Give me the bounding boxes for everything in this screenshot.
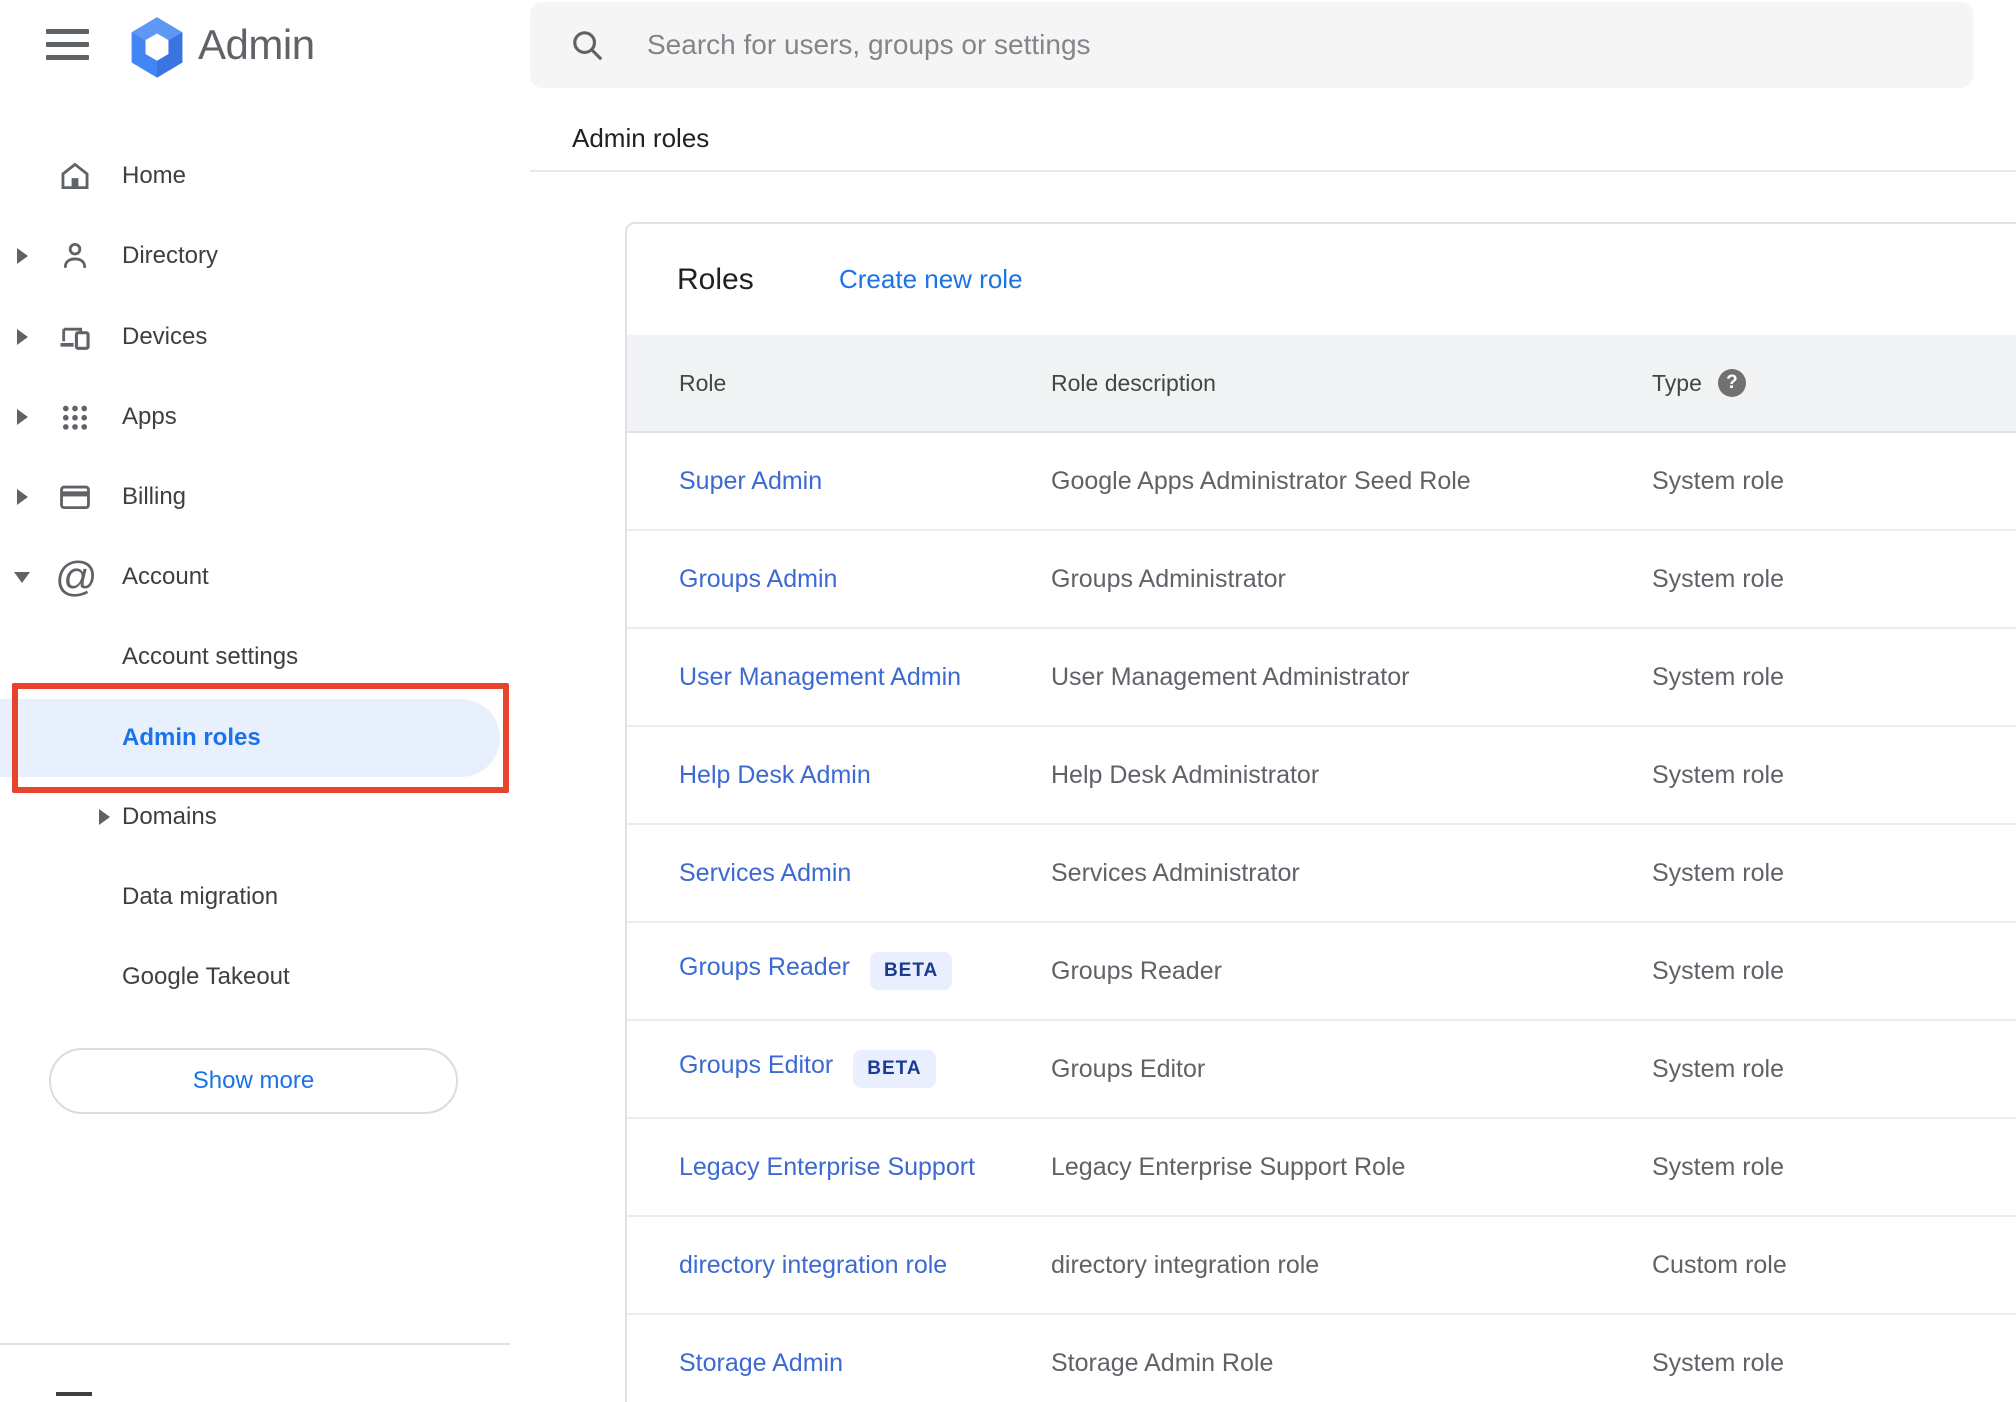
devices-icon <box>58 320 92 354</box>
role-description: Groups Reader <box>1051 956 1222 985</box>
person-icon <box>58 239 92 273</box>
hamburger-menu-button[interactable] <box>46 25 94 63</box>
column-header-role: Role <box>679 369 727 396</box>
roles-panel: Roles Create new role Role Role descript… <box>625 222 2016 1402</box>
table-row: Storage Admin Storage Admin Role System … <box>627 1315 2016 1402</box>
sidebar-item-label: Apps <box>122 403 177 430</box>
chevron-right-icon <box>17 329 28 345</box>
role-link[interactable]: Groups Editor <box>679 1051 833 1079</box>
sidebar-item-label: Account settings <box>122 643 299 670</box>
role-type: System role <box>1652 1348 1784 1377</box>
role-type: System role <box>1652 466 1784 495</box>
sidebar-item-directory[interactable]: Directory <box>0 216 530 296</box>
table-row: User Management Admin User Management Ad… <box>627 629 2016 727</box>
chevron-right-icon <box>17 489 28 505</box>
create-new-role-link[interactable]: Create new role <box>839 224 1023 335</box>
sidebar-item-billing[interactable]: Billing <box>0 457 530 537</box>
role-link[interactable]: Legacy Enterprise Support <box>679 1153 975 1181</box>
role-type: System role <box>1652 564 1784 593</box>
app-title: Admin <box>198 21 315 68</box>
table-row: Help Desk Admin Help Desk Administrator … <box>627 727 2016 825</box>
chevron-right-icon <box>17 409 28 425</box>
credit-card-icon <box>58 480 92 514</box>
sidebar-item-label: Home <box>122 162 187 189</box>
role-description: Groups Administrator <box>1051 564 1286 593</box>
role-description: Help Desk Administrator <box>1051 760 1320 789</box>
table-header-row: Role Role description Type ? <box>627 335 2016 433</box>
sidebar-item-data-migration[interactable]: Data migration <box>0 857 530 937</box>
sidebar-item-label: Account <box>122 563 209 590</box>
sidebar-item-account[interactable]: @ Account <box>0 537 530 617</box>
role-type: System role <box>1652 956 1784 985</box>
role-type: System role <box>1652 662 1784 691</box>
sidebar-item-apps[interactable]: Apps <box>0 377 530 457</box>
sidebar: Admin Home Directory Devices Apps Billin… <box>0 0 530 1396</box>
admin-logo-icon[interactable] <box>128 16 186 78</box>
apps-grid-icon <box>58 400 92 434</box>
role-type: Custom role <box>1652 1250 1787 1279</box>
role-link[interactable]: Groups Admin <box>679 565 837 593</box>
sidebar-item-label: Admin roles <box>122 724 261 751</box>
header-divider <box>530 170 2016 172</box>
roles-panel-header: Roles Create new role <box>627 224 2016 335</box>
role-description: User Management Administrator <box>1051 662 1410 691</box>
help-icon[interactable]: ? <box>1717 369 1746 397</box>
beta-badge: BETA <box>853 1050 936 1088</box>
sidebar-item-account-settings[interactable]: Account settings <box>0 617 530 697</box>
app-header: Admin <box>0 0 530 92</box>
role-link[interactable]: Services Admin <box>679 859 851 887</box>
chevron-right-icon <box>17 248 28 264</box>
sidebar-item-label: Devices <box>122 323 208 350</box>
beta-badge: BETA <box>869 952 953 990</box>
sidebar-item-label: Billing <box>122 483 187 510</box>
role-description: Legacy Enterprise Support Role <box>1051 1152 1406 1181</box>
search-icon <box>573 31 603 61</box>
role-type: System role <box>1652 858 1784 887</box>
table-row: Services Admin Services Administrator Sy… <box>627 825 2016 923</box>
home-icon <box>58 159 92 193</box>
panel-title: Roles <box>677 263 754 296</box>
sidebar-item-label: Domains <box>122 803 217 830</box>
table-row: directory integration role directory int… <box>627 1217 2016 1315</box>
sidebar-item-admin-roles[interactable]: Admin roles <box>0 698 530 778</box>
search-input[interactable]: Search for users, groups or settings <box>530 2 1973 88</box>
sidebar-item-label: Data migration <box>122 883 279 910</box>
sidebar-divider <box>0 1343 510 1345</box>
role-description: Storage Admin Role <box>1051 1348 1274 1377</box>
table-row: Groups Reader BETA Groups Reader System r… <box>627 923 2016 1021</box>
breadcrumb: Admin roles <box>572 123 710 153</box>
column-header-description: Role description <box>1051 369 1216 396</box>
role-link[interactable]: Help Desk Admin <box>679 761 871 789</box>
role-link[interactable]: Storage Admin <box>679 1349 843 1377</box>
role-description: Google Apps Administrator Seed Role <box>1051 466 1471 495</box>
show-more-button[interactable]: Show more <box>49 1048 458 1114</box>
sidebar-item-label: Directory <box>122 242 219 269</box>
role-description: Services Administrator <box>1051 858 1300 887</box>
sidebar-item-google-takeout[interactable]: Google Takeout <box>0 937 530 1017</box>
role-type: System role <box>1652 1054 1784 1083</box>
chevron-down-icon <box>14 572 30 583</box>
role-link[interactable]: directory integration role <box>679 1251 947 1279</box>
at-sign-icon: @ <box>55 553 98 600</box>
sidebar-item-domains[interactable]: Domains <box>0 777 530 857</box>
table-row: Groups Admin Groups Administrator System… <box>627 531 2016 629</box>
truncated-bottom-icon <box>56 1392 92 1396</box>
role-description: Groups Editor <box>1051 1054 1206 1083</box>
sidebar-item-label: Google Takeout <box>122 963 290 990</box>
chevron-right-icon <box>99 809 110 825</box>
role-link[interactable]: Super Admin <box>679 467 822 495</box>
column-header-type: Type <box>1652 369 1702 396</box>
role-link[interactable]: Groups Reader <box>679 953 850 981</box>
table-row: Super Admin Google Apps Administrator Se… <box>627 433 2016 531</box>
role-link[interactable]: User Management Admin <box>679 663 961 691</box>
table-row: Groups Editor BETA Groups Editor System r… <box>627 1021 2016 1119</box>
sidebar-item-devices[interactable]: Devices <box>0 297 530 377</box>
sidebar-item-home[interactable]: Home <box>0 136 530 216</box>
role-type: System role <box>1652 1152 1784 1181</box>
search-placeholder: Search for users, groups or settings <box>647 29 1091 60</box>
role-type: System role <box>1652 760 1784 789</box>
table-row: Legacy Enterprise Support Legacy Enterpr… <box>627 1119 2016 1217</box>
role-description: directory integration role <box>1051 1250 1320 1279</box>
